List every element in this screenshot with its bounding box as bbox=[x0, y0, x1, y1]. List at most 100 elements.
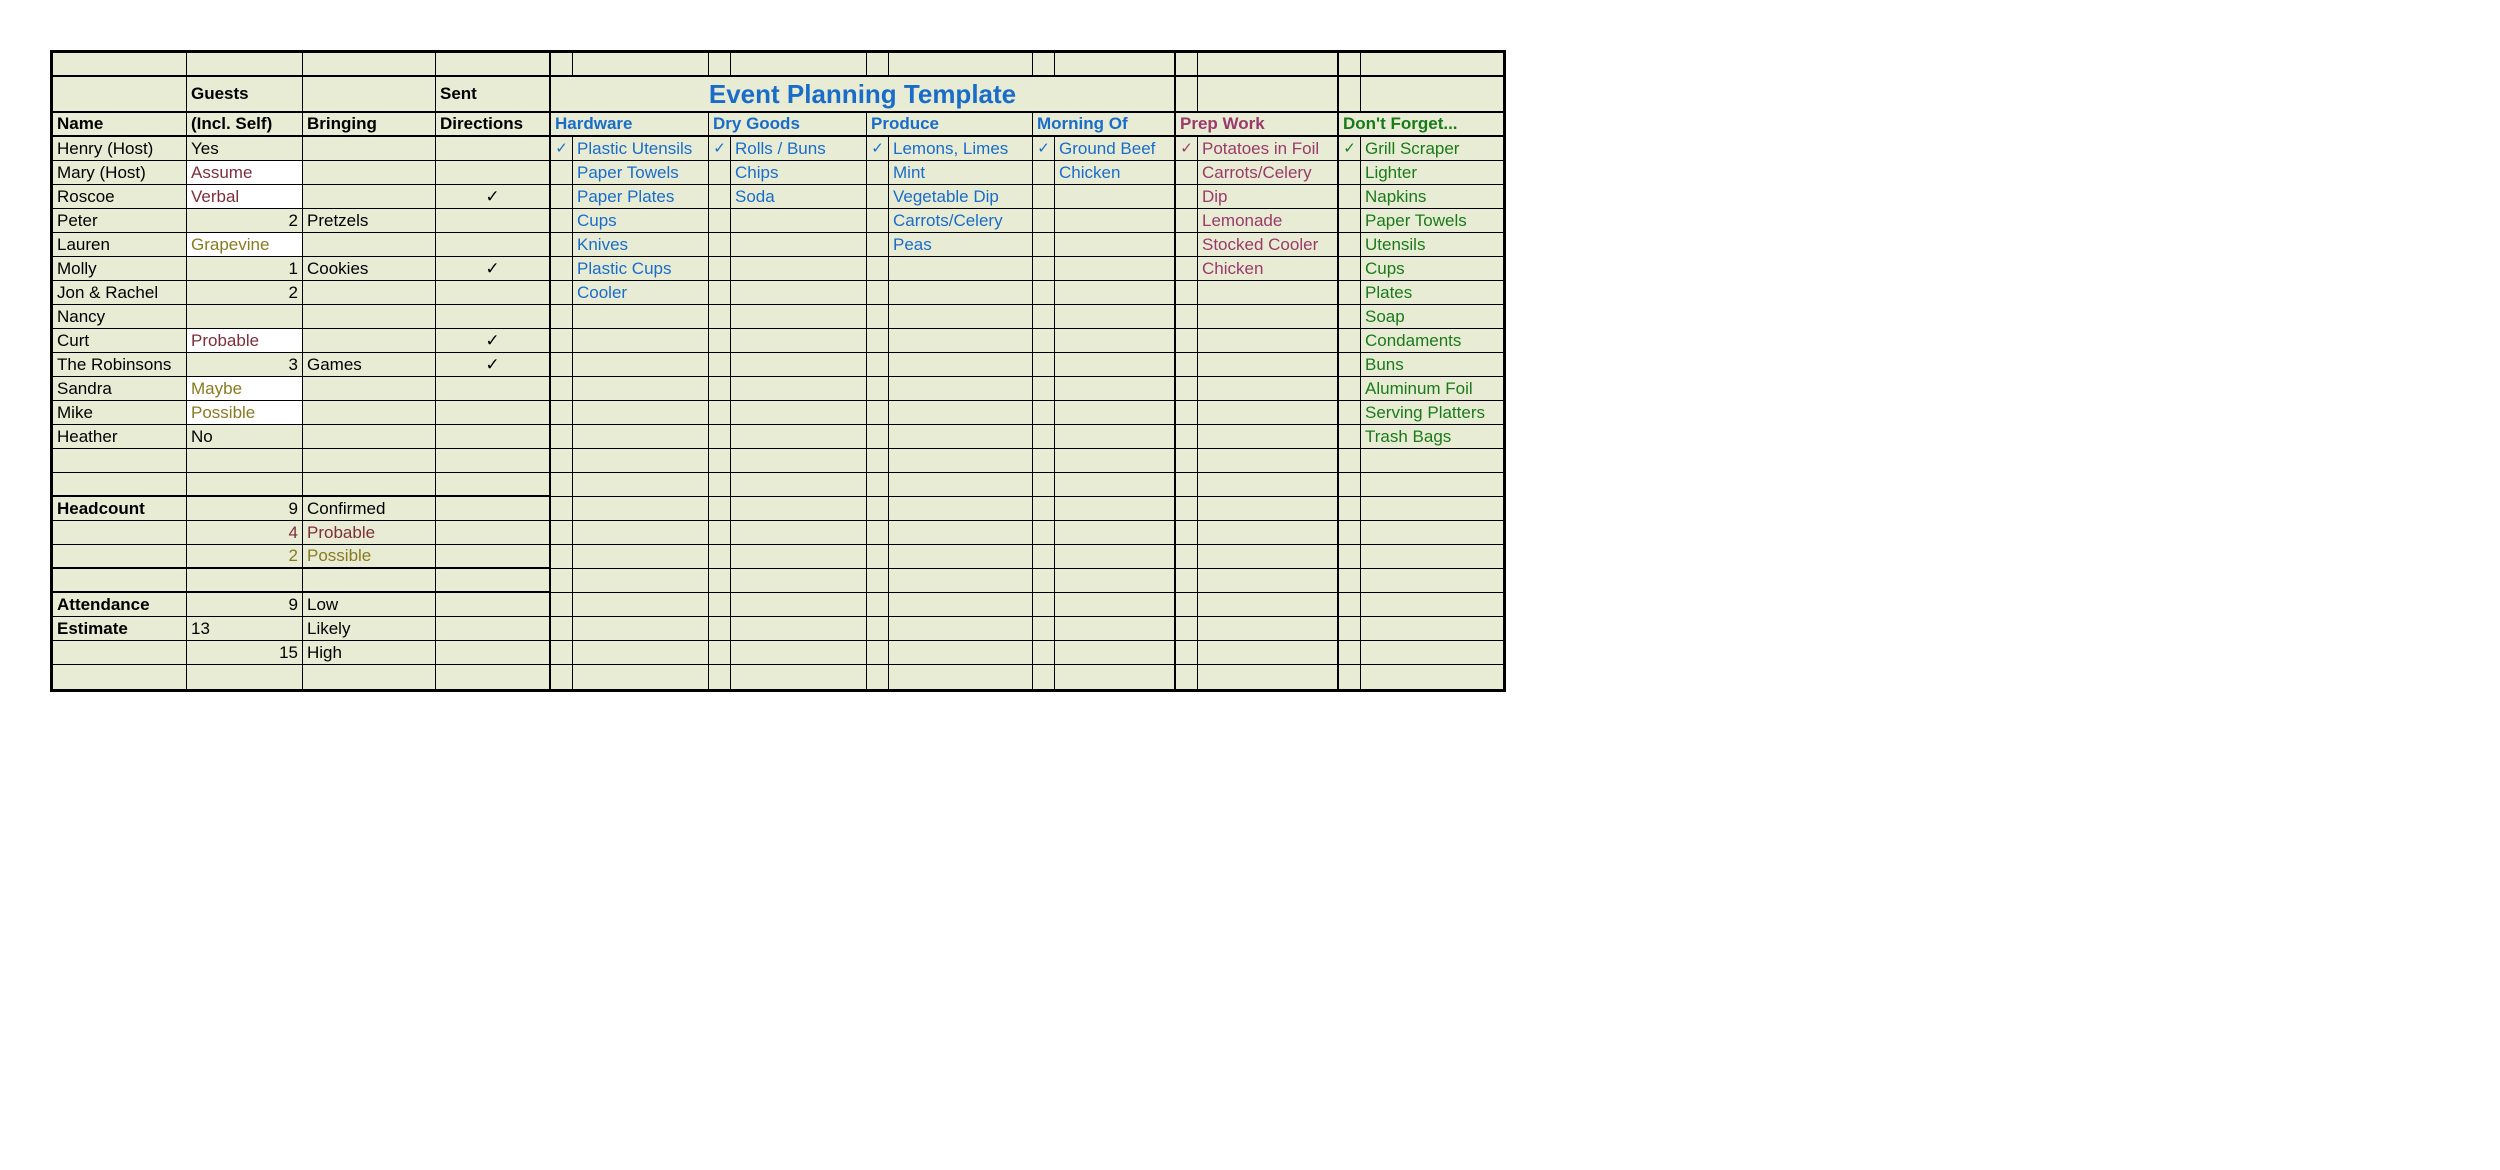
check-icon[interactable] bbox=[867, 185, 889, 209]
cell[interactable] bbox=[573, 521, 709, 545]
check-icon[interactable] bbox=[709, 185, 731, 209]
check-icon[interactable] bbox=[1339, 185, 1361, 209]
morning-of-item[interactable] bbox=[1055, 233, 1176, 257]
cell[interactable] bbox=[1176, 569, 1198, 593]
check-icon[interactable] bbox=[709, 161, 731, 185]
check-icon[interactable] bbox=[1033, 305, 1055, 329]
hardware-item[interactable]: Plastic Utensils bbox=[573, 137, 709, 161]
check-icon[interactable] bbox=[709, 209, 731, 233]
produce-item[interactable] bbox=[889, 425, 1033, 449]
cell[interactable] bbox=[573, 473, 709, 497]
cell[interactable] bbox=[731, 473, 867, 497]
summary-cell[interactable] bbox=[436, 545, 551, 569]
check-icon[interactable]: ✓ bbox=[867, 137, 889, 161]
check-icon[interactable]: ✓ bbox=[551, 137, 573, 161]
check-icon[interactable] bbox=[867, 161, 889, 185]
summary-cell[interactable] bbox=[53, 665, 187, 689]
guest-name[interactable]: Henry (Host) bbox=[53, 137, 187, 161]
cell[interactable] bbox=[573, 641, 709, 665]
summary-cell[interactable] bbox=[436, 449, 551, 473]
cell[interactable] bbox=[1361, 665, 1503, 689]
summary-cell[interactable] bbox=[303, 449, 436, 473]
guest-incl[interactable]: Possible bbox=[187, 401, 303, 425]
morning-of-item[interactable] bbox=[1055, 425, 1176, 449]
cell[interactable] bbox=[709, 569, 731, 593]
check-icon[interactable] bbox=[867, 353, 889, 377]
guest-name[interactable]: Nancy bbox=[53, 305, 187, 329]
guest-name[interactable]: Roscoe bbox=[53, 185, 187, 209]
cell[interactable] bbox=[731, 497, 867, 521]
cell[interactable] bbox=[867, 449, 889, 473]
check-icon[interactable] bbox=[709, 377, 731, 401]
summary-cell[interactable] bbox=[303, 473, 436, 497]
guest-bringing[interactable] bbox=[303, 305, 436, 329]
check-icon[interactable] bbox=[1339, 377, 1361, 401]
dry-goods-item[interactable]: Chips bbox=[731, 161, 867, 185]
cell[interactable] bbox=[1198, 497, 1339, 521]
guest-directions[interactable] bbox=[436, 305, 551, 329]
guest-directions[interactable] bbox=[436, 425, 551, 449]
check-icon[interactable] bbox=[551, 305, 573, 329]
check-icon[interactable] bbox=[551, 353, 573, 377]
check-icon[interactable] bbox=[1339, 281, 1361, 305]
cell[interactable] bbox=[551, 473, 573, 497]
cell[interactable] bbox=[1198, 665, 1339, 689]
prep-work-item[interactable] bbox=[1198, 281, 1339, 305]
check-icon[interactable] bbox=[551, 281, 573, 305]
cell[interactable] bbox=[1033, 521, 1055, 545]
guest-bringing[interactable] bbox=[303, 233, 436, 257]
check-icon[interactable] bbox=[867, 329, 889, 353]
check-icon[interactable] bbox=[1339, 161, 1361, 185]
check-icon[interactable] bbox=[1033, 233, 1055, 257]
guest-directions[interactable] bbox=[436, 209, 551, 233]
guest-bringing[interactable] bbox=[303, 401, 436, 425]
cell[interactable] bbox=[1176, 665, 1198, 689]
cell[interactable] bbox=[867, 665, 889, 689]
summary-cell[interactable]: Estimate bbox=[53, 617, 187, 641]
cell[interactable] bbox=[1339, 545, 1361, 569]
summary-cell[interactable] bbox=[436, 617, 551, 641]
check-icon[interactable] bbox=[551, 209, 573, 233]
cell[interactable] bbox=[1055, 497, 1176, 521]
dont-forget-item[interactable]: Condaments bbox=[1361, 329, 1503, 353]
dry-goods-item[interactable] bbox=[731, 209, 867, 233]
cell[interactable] bbox=[889, 593, 1033, 617]
cell[interactable] bbox=[889, 545, 1033, 569]
summary-cell[interactable] bbox=[53, 569, 187, 593]
guest-incl[interactable]: Yes bbox=[187, 137, 303, 161]
guest-incl[interactable]: 2 bbox=[187, 281, 303, 305]
hardware-item[interactable]: Knives bbox=[573, 233, 709, 257]
cell[interactable] bbox=[731, 617, 867, 641]
cell[interactable] bbox=[1198, 545, 1339, 569]
dont-forget-item[interactable]: Utensils bbox=[1361, 233, 1503, 257]
check-icon[interactable] bbox=[551, 377, 573, 401]
prep-work-item[interactable]: Chicken bbox=[1198, 257, 1339, 281]
cell[interactable] bbox=[1055, 617, 1176, 641]
check-icon[interactable] bbox=[709, 353, 731, 377]
summary-cell[interactable]: High bbox=[303, 641, 436, 665]
cell[interactable] bbox=[731, 569, 867, 593]
cell[interactable] bbox=[573, 449, 709, 473]
check-icon[interactable] bbox=[551, 257, 573, 281]
check-icon[interactable] bbox=[1339, 425, 1361, 449]
guest-directions[interactable]: ✓ bbox=[436, 353, 551, 377]
check-icon[interactable] bbox=[1339, 233, 1361, 257]
guest-incl[interactable] bbox=[187, 305, 303, 329]
check-icon[interactable] bbox=[551, 233, 573, 257]
check-icon[interactable] bbox=[867, 281, 889, 305]
guest-bringing[interactable]: Games bbox=[303, 353, 436, 377]
cell[interactable] bbox=[1176, 545, 1198, 569]
guest-incl[interactable]: 3 bbox=[187, 353, 303, 377]
cell[interactable] bbox=[1176, 617, 1198, 641]
dont-forget-item[interactable]: Buns bbox=[1361, 353, 1503, 377]
guest-incl[interactable]: Assume bbox=[187, 161, 303, 185]
cell[interactable] bbox=[1339, 665, 1361, 689]
summary-cell[interactable]: 15 bbox=[187, 641, 303, 665]
guest-bringing[interactable] bbox=[303, 377, 436, 401]
check-icon[interactable] bbox=[1176, 161, 1198, 185]
cell[interactable] bbox=[551, 593, 573, 617]
cell[interactable] bbox=[551, 665, 573, 689]
check-icon[interactable] bbox=[709, 233, 731, 257]
dont-forget-item[interactable]: Aluminum Foil bbox=[1361, 377, 1503, 401]
prep-work-item[interactable]: Potatoes in Foil bbox=[1198, 137, 1339, 161]
